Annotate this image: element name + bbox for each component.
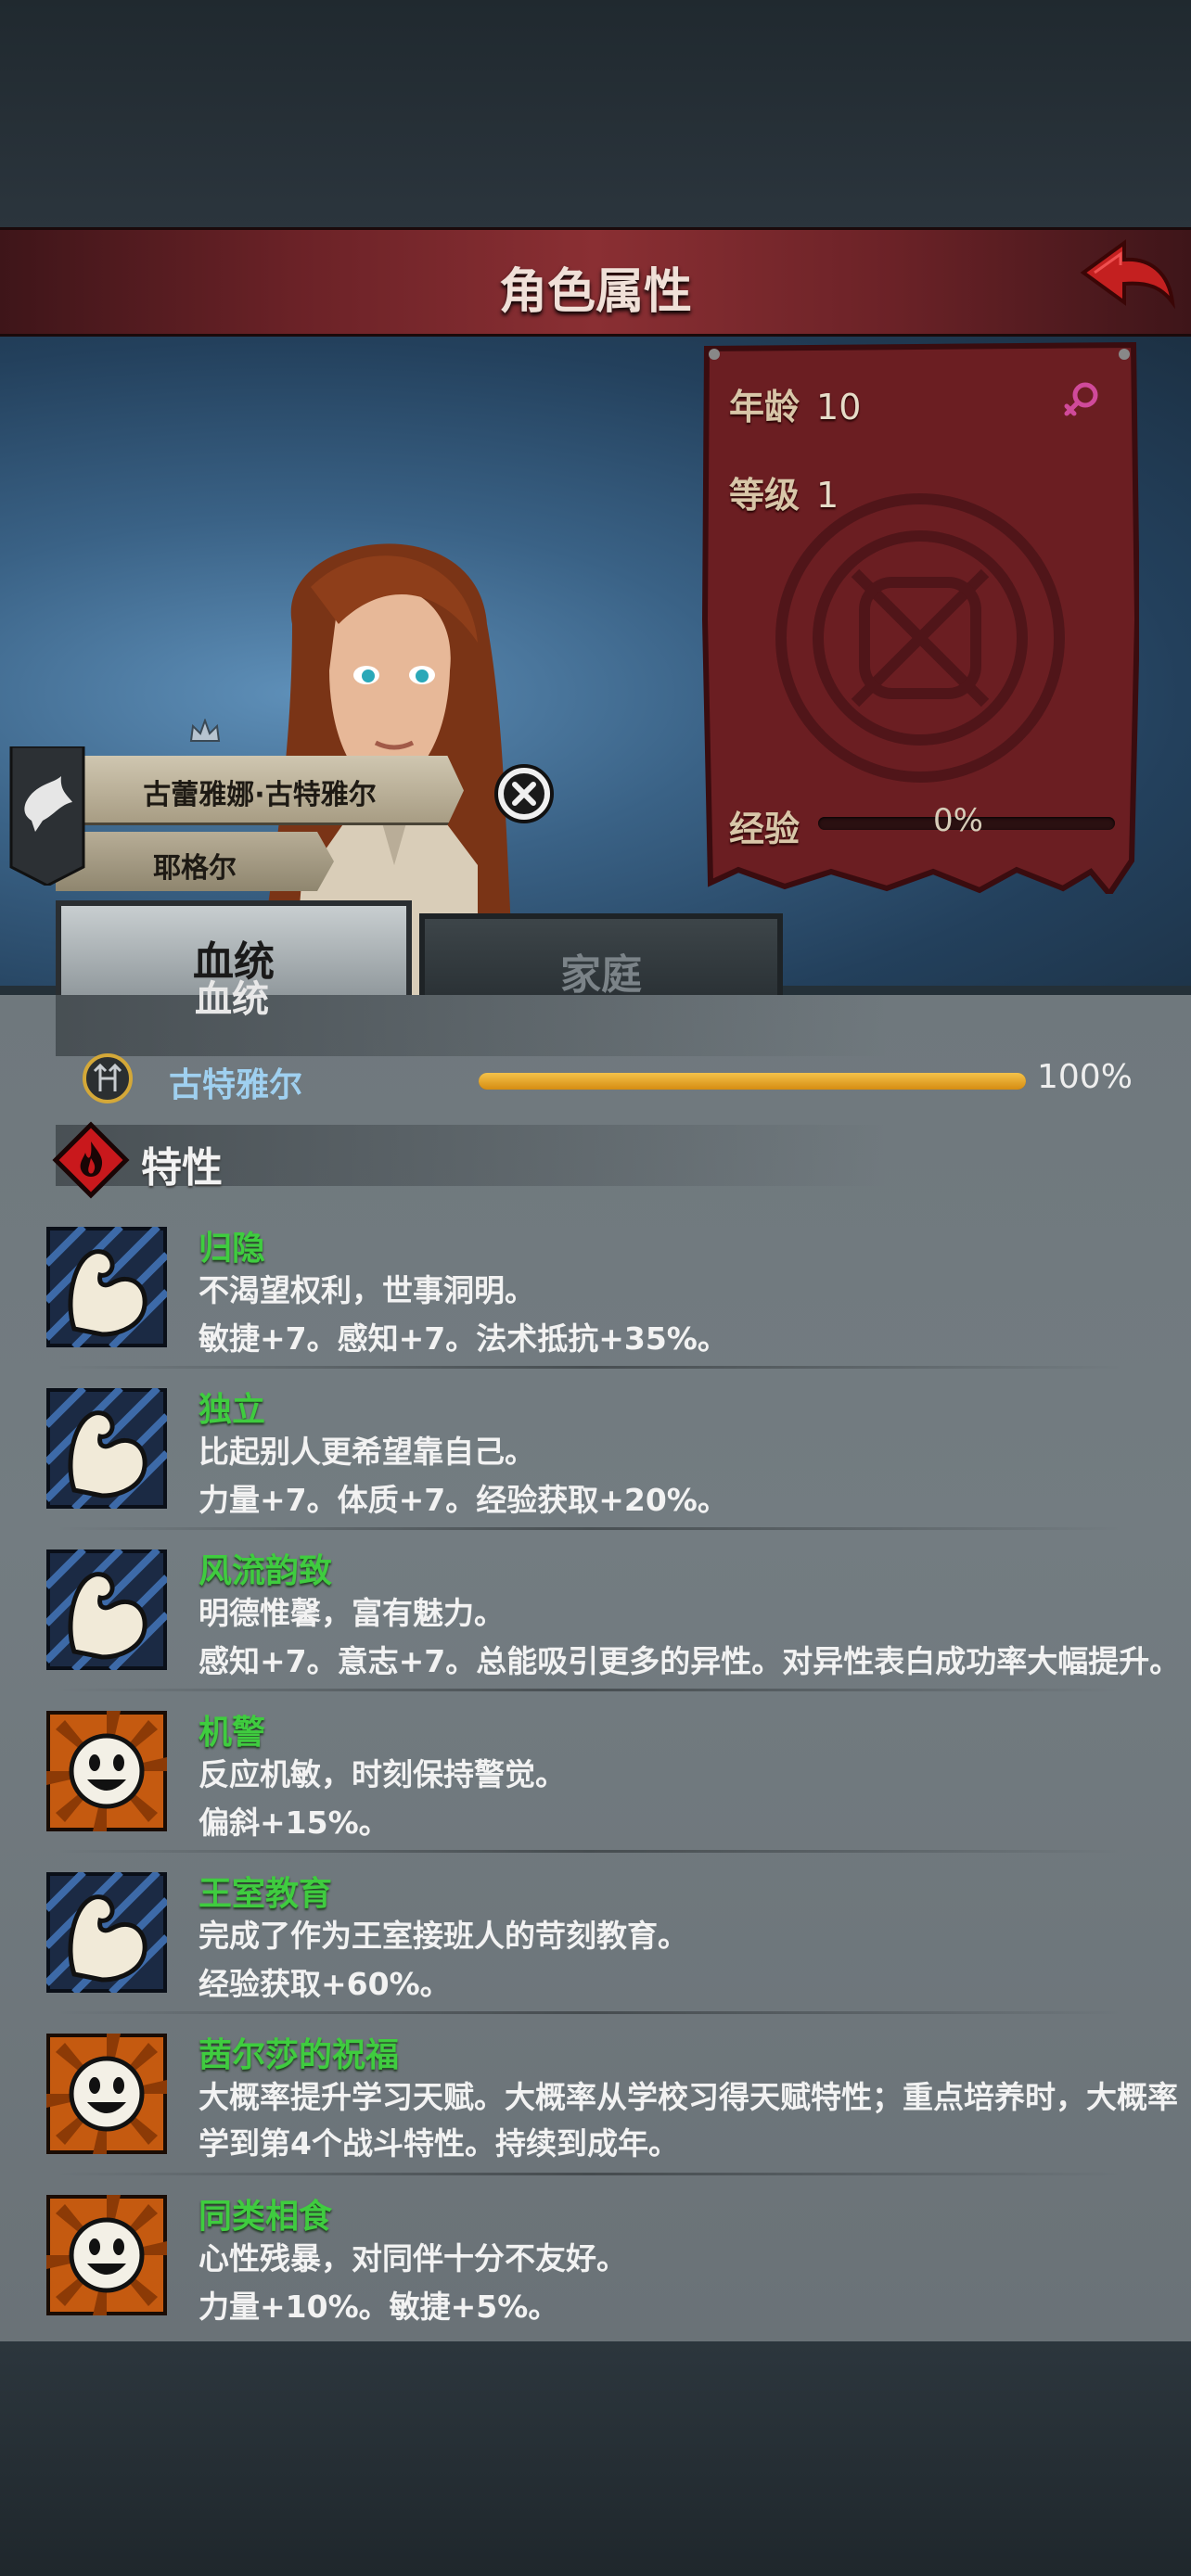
trait-effect: 力量+7。体质+7。经验获取+20%。	[198, 1482, 728, 1518]
name-plate-primary: 古蕾雅娜·古特雅尔	[56, 756, 464, 825]
lineage-percent: 100%	[1037, 1058, 1133, 1096]
trait-name: 机警	[198, 1714, 266, 1752]
trait-name: 同类相食	[198, 2198, 333, 2236]
content-panel: 血统 古特雅尔 100% 特性 归隐不渴望权利，世事洞明。敏捷+7。感知+7。法…	[0, 978, 1191, 2341]
trait-item: 独立比起别人更希望靠自己。力量+7。体质+7。经验获取+20%。	[44, 1385, 1159, 1548]
trait-item: 风流韵致明德惟馨，富有魅力。感知+7。意志+7。总能吸引更多的异性。对异性表白成…	[44, 1547, 1180, 1709]
muscle-arm-icon[interactable]	[44, 1869, 170, 1996]
trait-name: 王室教育	[198, 1875, 333, 1913]
trait-name: 独立	[198, 1391, 266, 1429]
back-arrow-icon[interactable]	[1076, 236, 1178, 319]
trait-divider	[56, 2011, 1122, 2014]
muscle-arm-icon[interactable]	[44, 1385, 170, 1511]
tab-family[interactable]: 家庭	[419, 913, 783, 999]
level-value: 1	[816, 475, 839, 516]
lineage-section-label: 血统	[195, 978, 269, 1021]
trait-divider	[56, 1527, 1122, 1530]
trait-divider	[56, 1689, 1122, 1691]
flame-diamond-icon	[52, 1121, 130, 1199]
female-symbol-icon	[1064, 382, 1098, 416]
lineage-name: 古特雅尔	[169, 1066, 303, 1104]
age-label: 年龄	[729, 387, 800, 427]
stats-panel: 年龄 10 等级 1 经验 0%	[701, 341, 1139, 894]
traits-title: 特性	[141, 1144, 223, 1192]
trait-item: 机警反应机敏，时刻保持警觉。 偏斜+15%。	[46, 1711, 1159, 1870]
lineage-row: 古特雅尔 100%	[82, 1052, 1158, 1104]
smiley-face-icon[interactable]	[46, 2034, 167, 2154]
page-title: 角色属性	[498, 264, 692, 320]
character-title: 耶格尔	[153, 852, 237, 885]
lineage-section-header: 血统	[56, 978, 890, 1056]
trait-item: 茜尔莎的祝福大概率提升学习天赋。大概率从学校习得天赋特性；重点培养时，大概率学到…	[46, 2034, 1178, 2193]
age-value: 10	[816, 387, 862, 427]
trait-effect: 偏斜+15%。	[198, 1804, 390, 1841]
trait-divider	[56, 2173, 1122, 2175]
trait-effect: 力量+10%。敏捷+5%。	[198, 2289, 559, 2325]
trait-description: 不渴望权利，世事洞明。	[198, 1272, 535, 1308]
top-background	[0, 0, 1191, 227]
level-label: 等级	[729, 475, 800, 516]
smiley-face-icon[interactable]	[46, 1711, 167, 1831]
title-bar: 角色属性	[0, 227, 1191, 339]
character-full-name: 古蕾雅娜·古特雅尔	[143, 779, 377, 811]
trait-name: 茜尔莎的祝福	[198, 2036, 400, 2074]
trait-divider	[56, 1366, 1122, 1369]
trait-effect: 敏捷+7。感知+7。法术抵抗+35%。	[198, 1320, 728, 1357]
tab-bar: 血统 家庭	[0, 893, 1191, 999]
name-plate-secondary: 耶格尔	[56, 832, 334, 891]
bottom-background	[0, 2341, 1191, 2576]
trait-description: 心性残暴，对同伴十分不友好。	[198, 2240, 627, 2276]
trait-effect: 经验获取+60%。	[198, 1966, 451, 2002]
trait-description: 大概率提升学习天赋。大概率从学校习得天赋特性；重点培养时，大概率学到第4个战斗特…	[198, 2079, 1178, 2162]
trait-description: 比起别人更希望靠自己。	[198, 1434, 535, 1470]
exp-row: 经验 0%	[729, 800, 1119, 849]
trait-description: 明德惟馨，富有魅力。	[198, 1595, 505, 1631]
level-row: 等级 1	[729, 466, 839, 517]
trait-name: 归隐	[198, 1230, 266, 1268]
muscle-arm-icon[interactable]	[44, 1547, 170, 1673]
trait-description: 完成了作为王室接班人的苛刻教育。	[198, 1918, 688, 1954]
close-icon[interactable]	[493, 763, 555, 824]
trait-item: 归隐不渴望权利，世事洞明。敏捷+7。感知+7。法术抵抗+35%。	[44, 1224, 1159, 1386]
traits-heading: 特性	[52, 1121, 887, 1199]
exp-label: 经验	[729, 809, 800, 849]
age-row: 年龄 10	[729, 378, 861, 429]
lineage-progress-bar	[479, 1073, 1026, 1090]
trait-effect: 感知+7。意志+7。总能吸引更多的异性。对异性表白成功率大幅提升。	[198, 1643, 1181, 1679]
muscle-arm-icon[interactable]	[44, 1224, 170, 1350]
dove-banner-icon	[9, 746, 85, 886]
crown-icon	[189, 719, 221, 742]
trait-item: 同类相食心性残暴，对同伴十分不友好。 力量+10%。敏捷+5%。	[46, 2195, 1159, 2354]
trait-item: 王室教育完成了作为王室接班人的苛刻教育。 经验获取+60%。	[44, 1869, 1159, 2032]
trait-divider	[56, 1850, 1122, 1853]
tab-family-label: 家庭	[560, 951, 642, 999]
smiley-face-icon[interactable]	[46, 2195, 167, 2315]
name-plate: 古蕾雅娜·古特雅尔 耶格尔	[0, 746, 464, 893]
trait-description: 反应机敏，时刻保持警觉。	[198, 1756, 566, 1792]
lineage-crest-icon	[83, 1053, 133, 1103]
exp-value: 0%	[933, 802, 983, 839]
trait-name: 风流韵致	[198, 1552, 333, 1590]
